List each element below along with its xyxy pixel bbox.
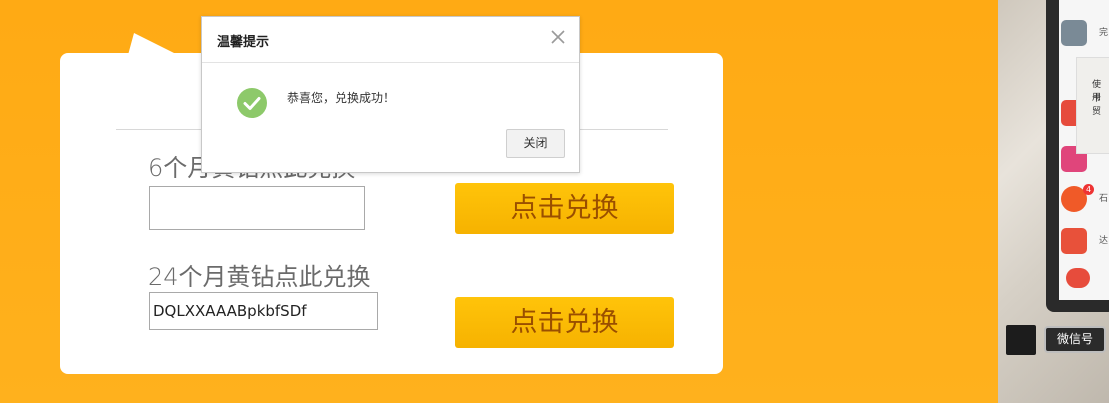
app-label: 完 — [1099, 28, 1109, 38]
dialog-close-button[interactable]: 关闭 — [506, 129, 565, 158]
success-dialog: 温馨提示 恭喜您，兑换成功！ 关闭 — [201, 16, 580, 173]
twentyfour-month-redeem-button[interactable]: 点击兑换 — [455, 297, 674, 348]
popup-text-line2: 卡贸 — [1092, 94, 1102, 117]
twentyfour-month-label: 24个月黄钻点此兑换 — [148, 263, 371, 291]
close-icon[interactable] — [549, 28, 567, 46]
card-pointer — [128, 33, 178, 55]
twentyfour-month-code-input[interactable] — [149, 292, 378, 330]
notification-badge: 4 — [1083, 184, 1094, 195]
phone-app-row: 达 — [1061, 228, 1109, 264]
dialog-title: 温馨提示 — [217, 35, 270, 50]
app-label: 石 — [1099, 194, 1109, 204]
success-check-icon — [237, 88, 267, 118]
app-label: 达 — [1099, 236, 1109, 246]
six-month-redeem-button[interactable]: 点击兑换 — [455, 183, 674, 234]
app-icon — [1061, 20, 1087, 46]
phone-app-row: 完 — [1061, 20, 1109, 56]
app-icon — [1061, 228, 1087, 254]
avatar — [1006, 325, 1036, 355]
wechat-button[interactable]: 微信号 — [1044, 326, 1106, 353]
six-month-code-input[interactable] — [149, 186, 365, 230]
dialog-message: 恭喜您，兑换成功！ — [287, 91, 396, 105]
dialog-header: 温馨提示 — [202, 17, 579, 63]
chat-icon — [1066, 268, 1090, 288]
